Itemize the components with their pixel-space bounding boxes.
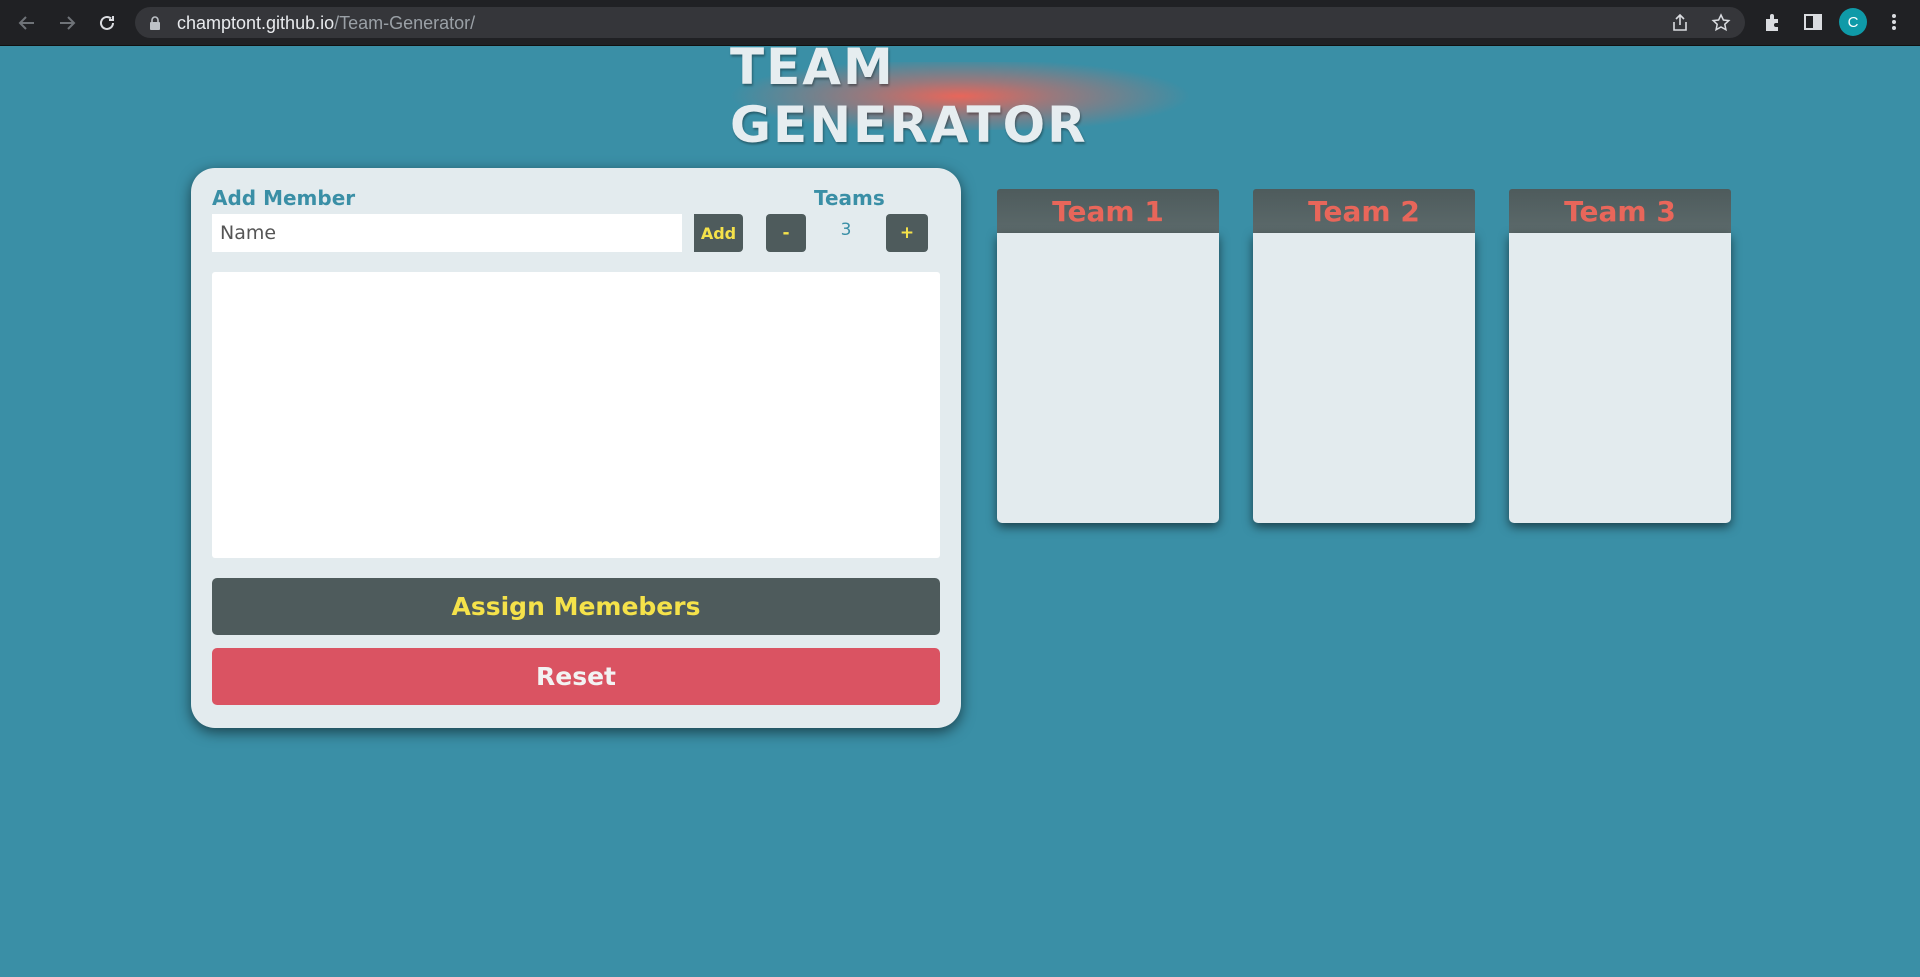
star-icon[interactable] [1711, 13, 1731, 33]
back-icon[interactable] [13, 9, 41, 37]
reload-icon[interactable] [93, 9, 121, 37]
decrement-teams-button[interactable]: - [766, 214, 806, 252]
control-panel: Add Member Teams Add - 3 + Assign Memebe… [191, 168, 961, 728]
url-host: champtont.github.io [177, 13, 335, 33]
profile-avatar[interactable]: C [1839, 8, 1867, 36]
team-count: 3 [840, 220, 852, 240]
team-members-area [997, 233, 1219, 523]
url-text: champtont.github.io/Team-Generator/ [177, 13, 475, 34]
assign-members-button[interactable]: Assign Memebers [212, 578, 940, 635]
team-members-area [1509, 233, 1731, 523]
add-member-button[interactable]: Add [694, 214, 743, 252]
reset-button[interactable]: Reset [212, 648, 940, 705]
address-bar[interactable]: champtont.github.io/Team-Generator/ [135, 7, 1745, 38]
extensions-icon[interactable] [1762, 11, 1784, 33]
team-card: Team 2 [1253, 189, 1475, 523]
kebab-menu-icon[interactable] [1883, 11, 1905, 33]
url-path: /Team-Generator/ [334, 13, 476, 33]
team-card: Team 3 [1509, 189, 1731, 523]
member-list [212, 272, 940, 558]
add-member-label: Add Member [212, 186, 356, 210]
team-members-area [1253, 233, 1475, 523]
team-title: Team 1 [997, 189, 1219, 233]
page-title: TEAM GENERATOR [730, 38, 1088, 154]
page-title-banner: TEAM GENERATOR [730, 38, 1190, 154]
name-input[interactable] [212, 214, 682, 252]
side-panel-icon[interactable] [1802, 11, 1824, 33]
team-card: Team 1 [997, 189, 1219, 523]
team-title: Team 3 [1509, 189, 1731, 233]
teams-label: Teams [814, 186, 885, 210]
share-icon[interactable] [1670, 13, 1690, 33]
forward-icon[interactable] [53, 9, 81, 37]
lock-icon [149, 15, 161, 34]
team-title: Team 2 [1253, 189, 1475, 233]
increment-teams-button[interactable]: + [886, 214, 928, 252]
